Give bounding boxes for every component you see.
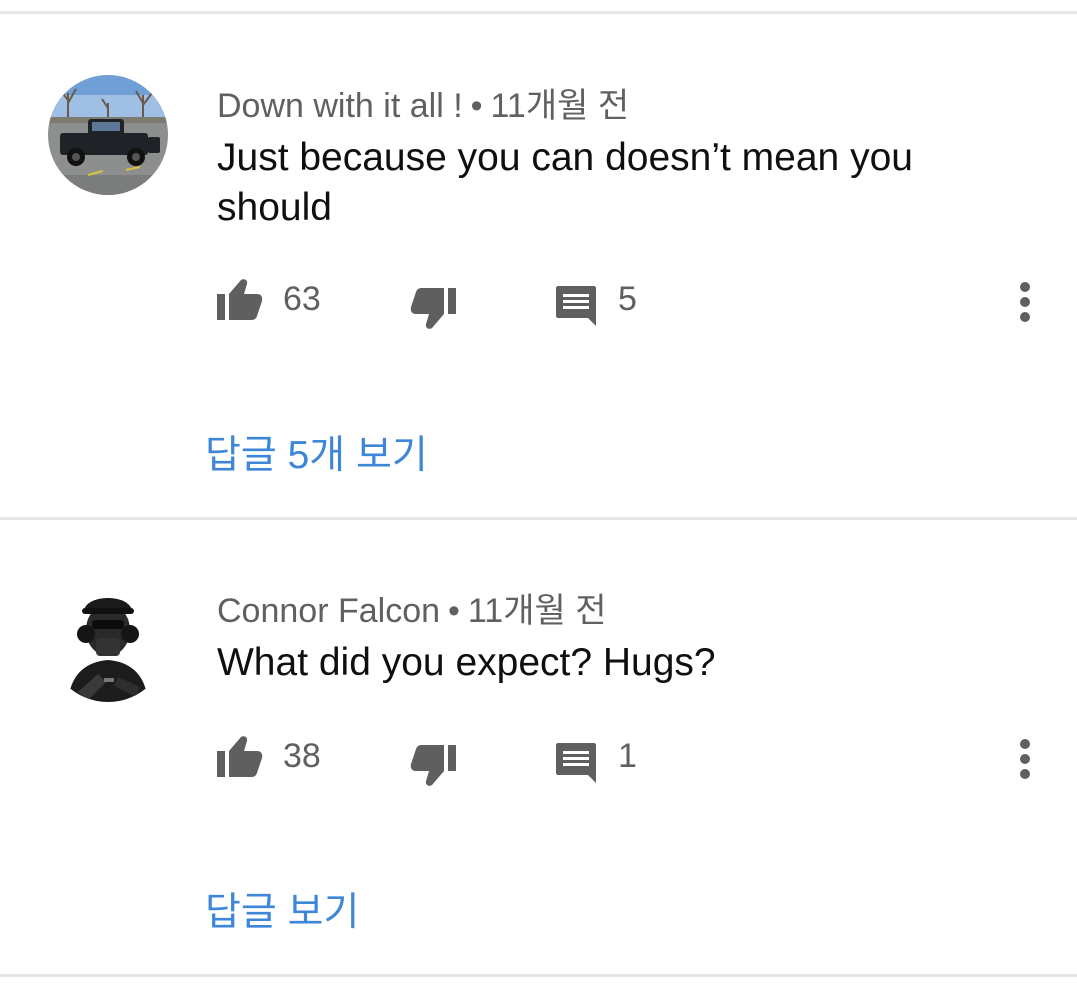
reply-count: 5 [618,280,637,318]
avatar[interactable] [48,582,168,702]
more-vert-icon[interactable] [1005,733,1045,793]
author-name[interactable]: Down with it all ! [217,87,463,125]
author-name[interactable]: Connor Falcon [217,592,440,630]
comment-meta: Down with it all ! • 11개월 전 [217,78,629,127]
soldier-photo [48,582,168,702]
pickup-truck-photo [48,75,168,195]
more-vert-icon[interactable] [1005,276,1045,336]
comment-time: 11개월 전 [467,592,607,630]
comment-divider [0,517,1077,520]
comment-icon[interactable] [556,286,596,326]
top-divider [0,11,1077,14]
reply-count: 1 [618,737,637,775]
view-replies-link[interactable]: 답글 보기 [205,881,359,937]
thumbs-down-icon[interactable] [410,745,456,787]
bottom-divider [0,974,1077,977]
avatar[interactable] [48,75,168,195]
view-replies-link[interactable]: 답글 5개 보기 [205,424,428,480]
like-count: 38 [283,737,321,775]
like-count: 63 [283,280,321,318]
meta-separator: • [448,592,460,630]
comment-actions: 38 1 [0,727,1077,787]
thumbs-up-icon[interactable] [217,278,263,320]
comment-actions: 63 5 [0,270,1077,330]
thumbs-down-icon[interactable] [410,288,456,330]
comment-meta: Connor Falcon • 11개월 전 [217,583,607,632]
comment-text: What did you expect? Hugs? [217,641,716,684]
comment-text: Just because you can doesn’t mean you sh… [217,136,913,229]
comment-time: 11개월 전 [490,87,630,125]
comment-icon[interactable] [556,743,596,783]
meta-separator: • [470,87,483,125]
thumbs-up-icon[interactable] [217,735,263,777]
